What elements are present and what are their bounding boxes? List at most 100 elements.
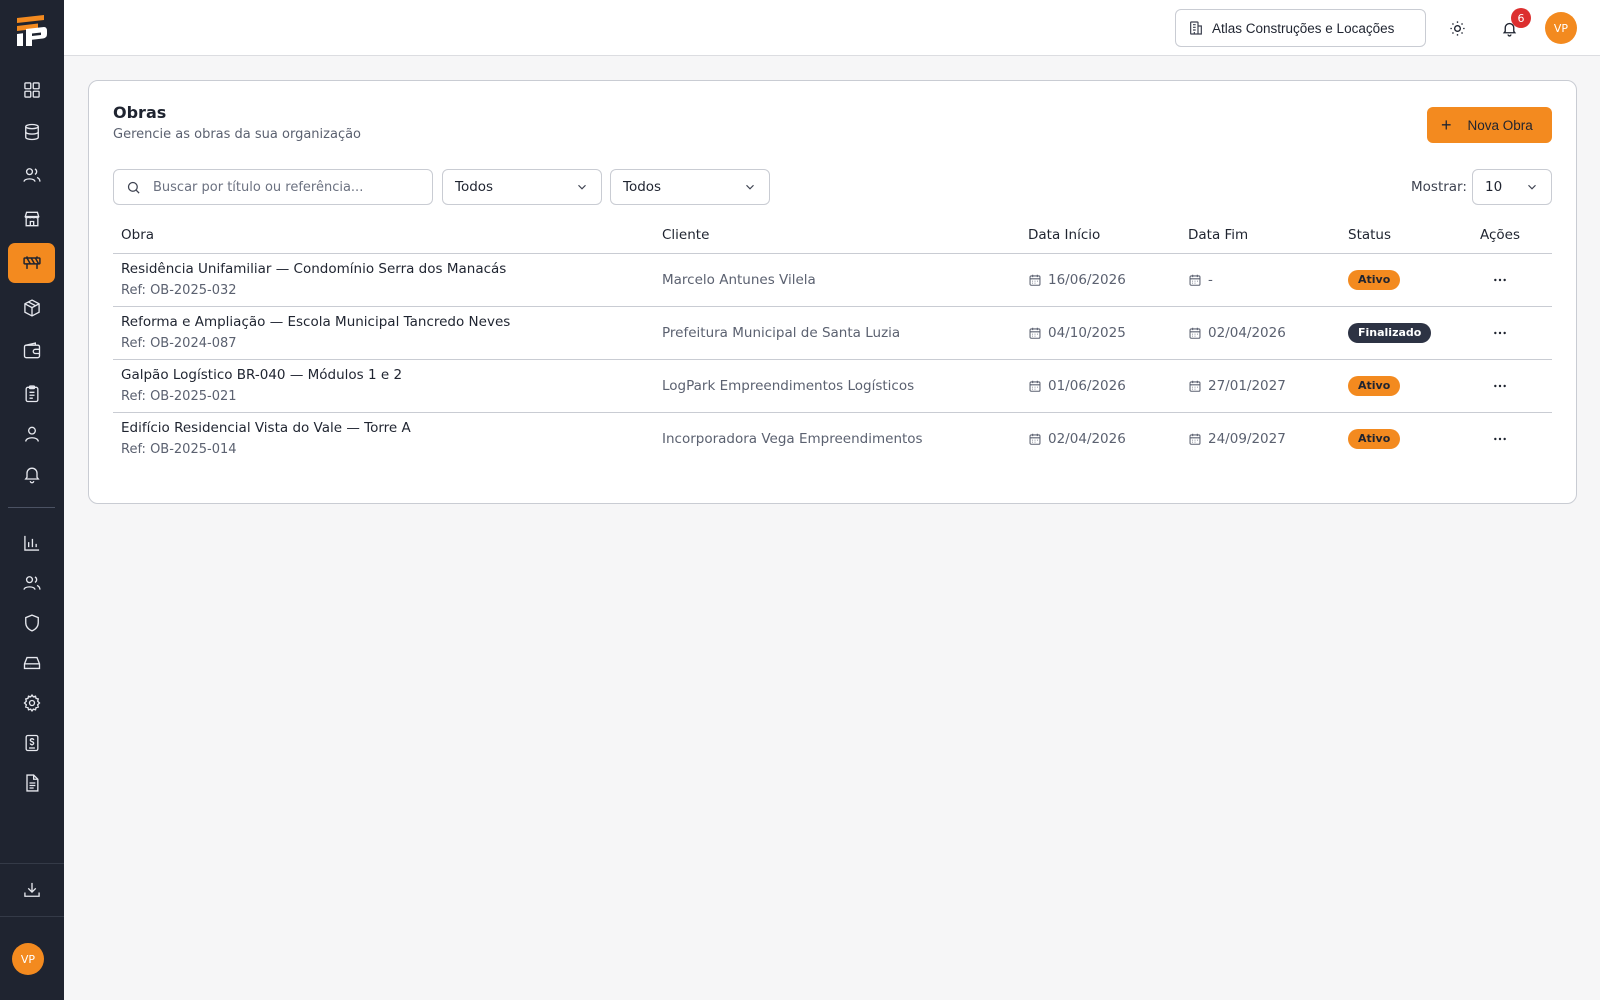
calendar-icon <box>1029 433 1041 445</box>
sidebar-item-team[interactable] <box>8 563 55 603</box>
calendar-icon <box>1189 274 1201 286</box>
sidebar-item-billing[interactable] <box>8 723 55 763</box>
sidebar-item-security[interactable] <box>8 603 55 643</box>
chevron-down-icon <box>746 184 754 190</box>
sidebar-separator <box>0 916 64 917</box>
organization-selector[interactable]: Atlas Construções e Locações <box>1175 9 1426 47</box>
sidebar-item-settings[interactable] <box>8 683 55 723</box>
client-cell: Prefeitura Municipal de Santa Luzia <box>654 306 1020 360</box>
row-actions-button[interactable] <box>1480 321 1520 345</box>
bar-chart-icon <box>23 535 39 551</box>
obra-cell: Residência Unifamiliar — Condomínio Serr… <box>113 253 654 307</box>
sidebar-item-obras[interactable] <box>8 243 55 283</box>
sidebar-item-notifications[interactable] <box>8 454 55 494</box>
column-header-acoes: Ações <box>1472 217 1552 254</box>
start-date: 02/04/2026 <box>1048 430 1126 447</box>
calendar-icon <box>1029 274 1041 286</box>
sidebar-avatar[interactable]: VP <box>12 943 44 975</box>
obra-title[interactable]: Reforma e Ampliação — Escola Municipal T… <box>121 314 654 330</box>
sidebar-divider <box>8 507 55 508</box>
clipboard-icon <box>25 385 38 403</box>
logo-icon[interactable] <box>14 12 50 48</box>
status-cell: Ativo <box>1340 359 1472 413</box>
search-box[interactable] <box>113 169 433 205</box>
filter-select-1[interactable]: Todos <box>442 169 602 205</box>
plus-icon: + <box>1441 115 1452 135</box>
sidebar-item-clipboard[interactable] <box>8 374 55 414</box>
column-header-data-inicio[interactable]: Data Início <box>1020 217 1180 254</box>
sidebar-item-profile[interactable] <box>8 414 55 454</box>
page-size-select[interactable]: 10 <box>1472 169 1552 205</box>
sidebar-item-package[interactable] <box>8 288 55 328</box>
column-header-obra[interactable]: Obra <box>113 217 654 254</box>
start-date: 16/06/2026 <box>1048 271 1126 288</box>
users-icon <box>22 168 41 182</box>
obra-title[interactable]: Edifício Residencial Vista do Vale — Tor… <box>121 420 654 436</box>
status-badge: Finalizado <box>1348 322 1432 343</box>
status-badge: Ativo <box>1348 269 1401 290</box>
actions-cell <box>1472 253 1552 307</box>
column-header-data-fim[interactable]: Data Fim <box>1180 217 1340 254</box>
column-header-status[interactable]: Status <box>1340 217 1472 254</box>
page-title: Obras <box>113 103 167 122</box>
sidebar: VP <box>0 0 64 1000</box>
theme-toggle-button[interactable] <box>1445 16 1469 40</box>
status-badge: Ativo <box>1348 375 1401 396</box>
building-icon <box>1190 21 1202 35</box>
end-date: 24/09/2027 <box>1208 430 1286 447</box>
obras-card: Obras Gerencie as obras da sua organizaç… <box>88 80 1577 504</box>
sidebar-item-storage[interactable] <box>8 643 55 683</box>
filter-select-2-value: Todos <box>623 179 662 195</box>
chevron-down-icon <box>1528 184 1536 190</box>
status-cell: Finalizado <box>1340 306 1472 360</box>
filter-select-2[interactable]: Todos <box>610 169 770 205</box>
top-bar: Atlas Construções e Locações 6 VP <box>64 0 1600 56</box>
search-icon <box>127 181 140 194</box>
sidebar-item-dashboard[interactable] <box>8 70 55 110</box>
user-avatar[interactable]: VP <box>1545 12 1577 44</box>
construction-icon <box>22 256 41 269</box>
start-date-cell: 02/04/2026 <box>1020 412 1180 465</box>
download-icon <box>23 882 40 897</box>
sidebar-item-store[interactable] <box>8 199 55 239</box>
sidebar-item-users[interactable] <box>8 155 55 195</box>
sidebar-item-download[interactable] <box>8 870 55 910</box>
table-row[interactable]: Edifício Residencial Vista do Vale — Tor… <box>113 412 1552 465</box>
bell-icon <box>23 467 40 484</box>
start-date-cell: 16/06/2026 <box>1020 253 1180 307</box>
obra-title[interactable]: Residência Unifamiliar — Condomínio Serr… <box>121 261 654 277</box>
document-icon <box>25 774 38 792</box>
row-actions-button[interactable] <box>1480 268 1520 292</box>
team-icon <box>22 576 41 590</box>
obra-ref: Ref: OB-2025-021 <box>121 389 237 404</box>
sidebar-separator <box>0 863 64 864</box>
table-row[interactable]: Galpão Logístico BR-040 — Módulos 1 e 2 … <box>113 359 1552 413</box>
sidebar-item-wallet[interactable] <box>8 331 55 371</box>
calendar-icon <box>1029 327 1041 339</box>
sidebar-item-documents[interactable] <box>8 763 55 803</box>
obra-cell: Galpão Logístico BR-040 — Módulos 1 e 2 … <box>113 359 654 413</box>
obra-title[interactable]: Galpão Logístico BR-040 — Módulos 1 e 2 <box>121 367 654 383</box>
table-row[interactable]: Reforma e Ampliação — Escola Municipal T… <box>113 306 1552 360</box>
end-date: - <box>1208 271 1213 288</box>
organization-name: Atlas Construções e Locações <box>1212 20 1395 36</box>
obra-cell: Edifício Residencial Vista do Vale — Tor… <box>113 412 654 465</box>
more-horizontal-icon <box>1494 331 1506 334</box>
column-header-cliente[interactable]: Cliente <box>654 217 1020 254</box>
end-date-cell: 02/04/2026 <box>1180 306 1340 360</box>
user-icon <box>24 426 39 442</box>
search-input[interactable] <box>153 179 413 195</box>
start-date: 01/06/2026 <box>1048 377 1126 394</box>
new-obra-button[interactable]: + Nova Obra <box>1427 107 1552 143</box>
sidebar-item-database[interactable] <box>8 112 55 152</box>
sidebar-item-reports[interactable] <box>8 523 55 563</box>
table-row[interactable]: Residência Unifamiliar — Condomínio Serr… <box>113 253 1552 307</box>
status-badge: Ativo <box>1348 428 1401 449</box>
invoice-icon <box>25 734 38 752</box>
row-actions-button[interactable] <box>1480 374 1520 398</box>
page-size-value: 10 <box>1485 179 1503 195</box>
filter-select-1-value: Todos <box>455 179 494 195</box>
end-date-cell: 24/09/2027 <box>1180 412 1340 465</box>
row-actions-button[interactable] <box>1480 427 1520 451</box>
status-cell: Ativo <box>1340 253 1472 307</box>
